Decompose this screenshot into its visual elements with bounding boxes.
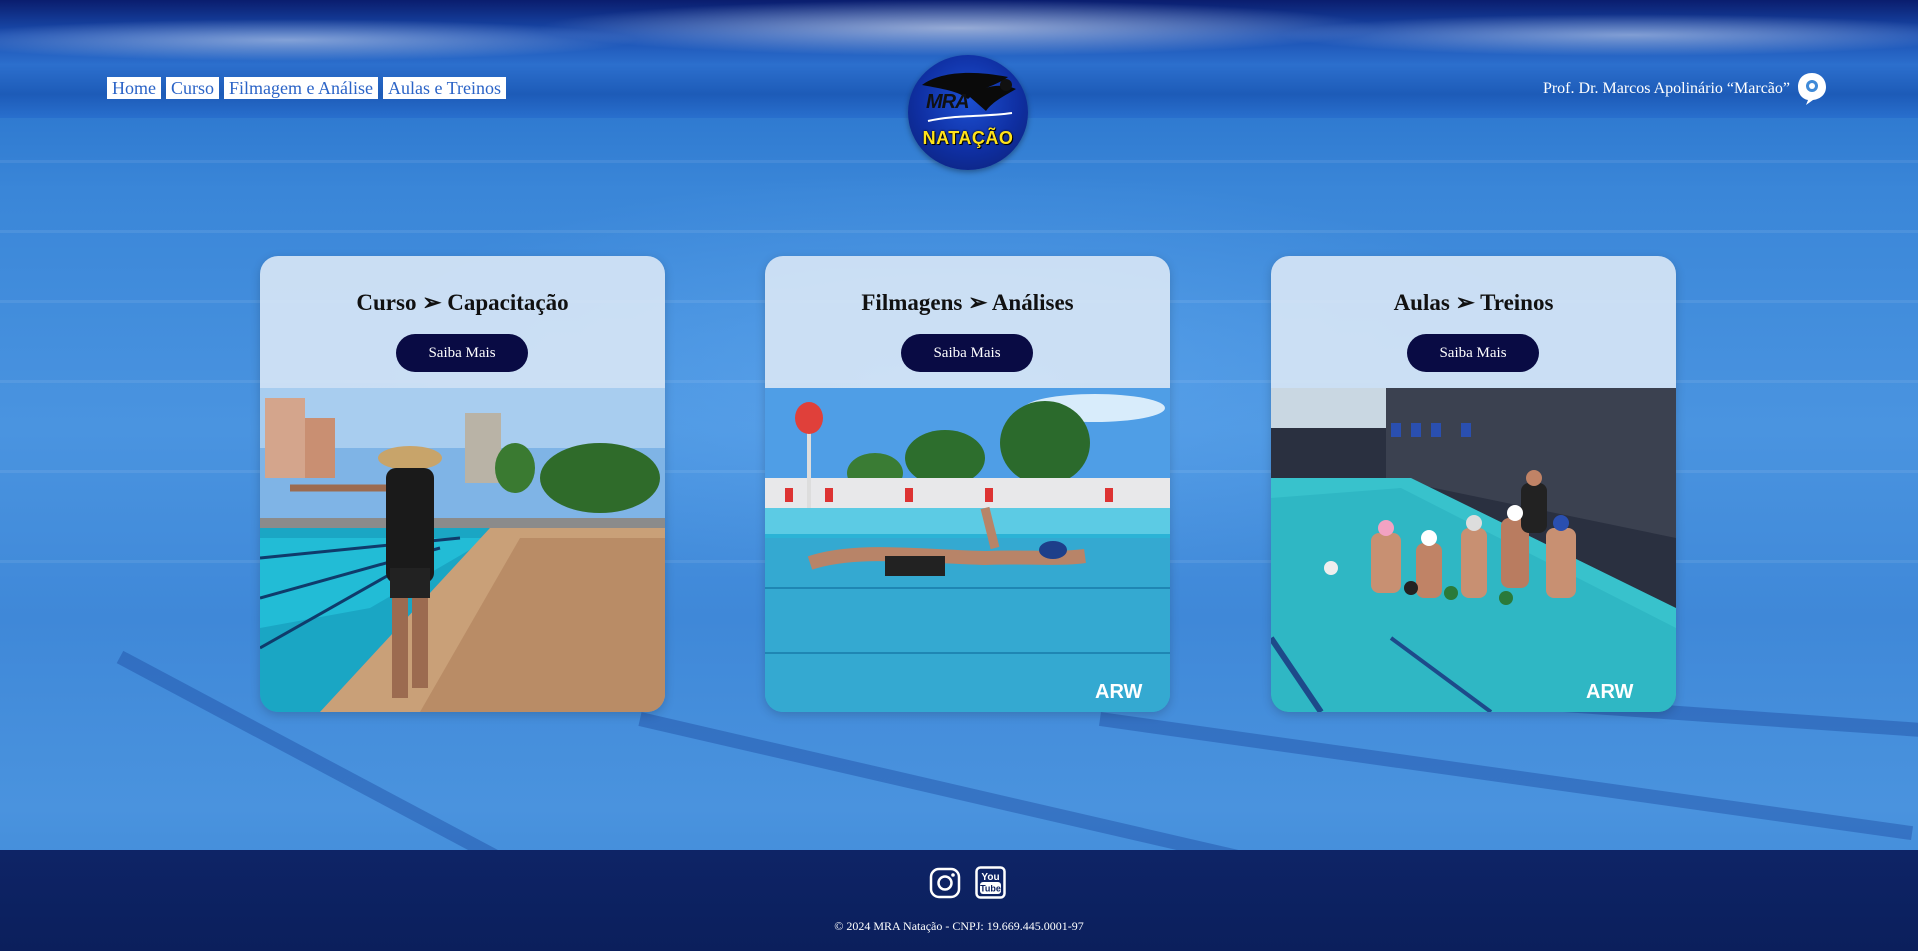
site-footer: [0, 850, 1918, 951]
saiba-mais-button[interactable]: Saiba Mais: [901, 334, 1033, 372]
main-nav: Home Curso Filmagem e Análise Aulas e Tr…: [107, 77, 507, 99]
chat-profile-icon[interactable]: [1797, 72, 1827, 106]
card-title: Curso ➢ Capacitação: [356, 290, 569, 315]
nav-filmagem-analise[interactable]: Filmagem e Análise: [224, 77, 378, 99]
svg-text:ARW: ARW: [1586, 681, 1634, 703]
nav-aulas-treinos[interactable]: Aulas e Treinos: [383, 77, 507, 99]
card-aulas: Aulas ➢ Treinos Saiba Mais ARW: [1271, 256, 1676, 712]
instagram-icon[interactable]: [929, 867, 961, 899]
card-filmagens: Filmagens ➢ Análises Saiba Mais ARW: [765, 256, 1170, 712]
card-header: Aulas ➢ Treinos Saiba Mais: [1271, 256, 1676, 388]
nav-curso[interactable]: Curso: [166, 77, 220, 99]
logo-natacao-text: NATAÇÃO: [922, 128, 1014, 148]
saiba-mais-button[interactable]: Saiba Mais: [1407, 334, 1539, 372]
professor-name: Prof. Dr. Marcos Apolinário “Marcão”: [1542, 80, 1790, 97]
coach-at-pool-photo: [260, 388, 665, 712]
card-title: Filmagens ➢ Análises: [861, 290, 1074, 315]
nav-home[interactable]: Home: [107, 77, 161, 99]
swim-team-group-photo: ARW: [1271, 388, 1676, 712]
logo-mra-text: MRA: [926, 91, 970, 113]
card-header: Filmagens ➢ Análises Saiba Mais: [765, 256, 1170, 388]
copyright-text: © 2024 MRA Natação - CNPJ: 19.669.445.00…: [834, 919, 1084, 933]
svg-text:You: You: [981, 872, 999, 883]
card-title: Aulas ➢ Treinos: [1393, 290, 1554, 315]
site-logo[interactable]: MRA NATAÇÃO: [908, 55, 1028, 170]
youtube-icon[interactable]: You Tube: [975, 866, 1006, 899]
swimmer-underwater-photo: ARW: [765, 388, 1170, 712]
card-header: Curso ➢ Capacitação Saiba Mais: [260, 256, 665, 388]
svg-text:ARW: ARW: [1095, 681, 1143, 703]
card-curso: Curso ➢ Capacitação Saiba Mais: [260, 256, 665, 712]
svg-text:Tube: Tube: [980, 884, 1001, 894]
saiba-mais-button[interactable]: Saiba Mais: [396, 334, 528, 372]
